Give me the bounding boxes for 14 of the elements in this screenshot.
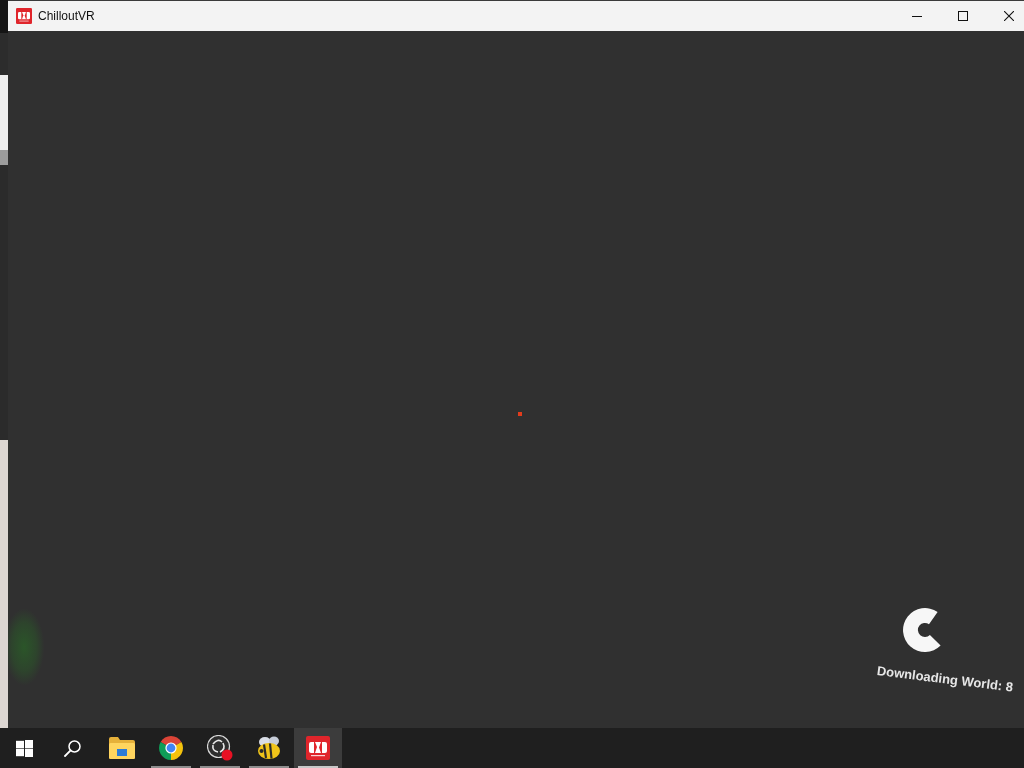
recording-app-icon: [207, 735, 233, 761]
search-icon: [63, 739, 81, 757]
folder-icon: [109, 737, 135, 759]
app-logo-icon: [306, 736, 330, 760]
windows-logo-icon: [15, 739, 33, 757]
loading-status-text: Downloading World: 8: [876, 663, 1014, 695]
browser-icon: [159, 736, 183, 760]
close-icon: [1004, 11, 1014, 21]
maximize-icon: [958, 11, 968, 21]
bee-icon: [256, 736, 282, 760]
app-logo-icon: [16, 8, 32, 24]
minimize-icon: [912, 15, 922, 17]
window-title: ChilloutVR: [38, 9, 95, 23]
taskbar-app-button[interactable]: [294, 728, 342, 768]
